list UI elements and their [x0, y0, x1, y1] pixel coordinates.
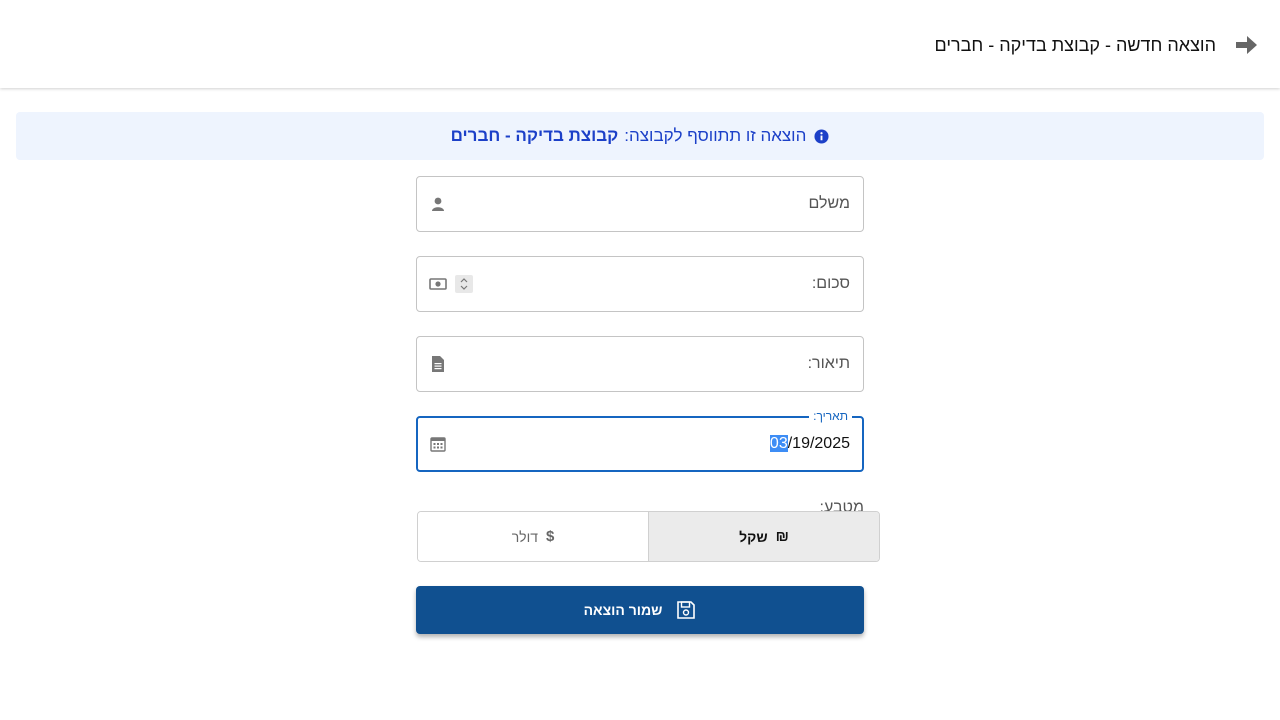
payer-label: משלם — [808, 195, 850, 212]
dollar-icon: $ — [545, 528, 555, 545]
amount-field[interactable]: סכום: — [416, 256, 864, 312]
banner-text: הוצאה זו תתווסף לקבוצה: — [624, 126, 807, 145]
save-expense-button[interactable]: שמור הוצאה — [416, 586, 864, 634]
shekel-icon: ₪ — [775, 528, 789, 545]
info-banner: הוצאה זו תתווסף לקבוצה: קבוצת בדיקה - חב… — [16, 112, 1264, 160]
description-field[interactable]: תיאור: — [416, 336, 864, 392]
file-text-icon — [432, 356, 444, 372]
payer-field[interactable]: משלם — [416, 176, 864, 232]
save-label: שמור הוצאה — [583, 602, 663, 618]
banner-group-name: קבוצת בדיקה - חברים — [450, 126, 619, 145]
save-icon — [677, 601, 696, 619]
date-value[interactable]: 03/19/2025 — [769, 435, 850, 453]
currency-usd-button[interactable]: $ דולר — [418, 512, 649, 561]
description-label: תיאור: — [807, 355, 850, 372]
currency-usd-label: דולר — [511, 528, 538, 545]
top-app-bar: הוצאה חדשה - קבוצת בדיקה - חברים — [0, 0, 1280, 88]
currency-ils-label: שקל — [739, 528, 768, 545]
currency-toggle: $ דולר ₪ שקל — [417, 511, 880, 562]
calendar-icon[interactable] — [430, 436, 446, 452]
chevron-updown-icon — [460, 278, 468, 290]
date-month-segment[interactable]: 03 — [769, 435, 788, 452]
page-title: הוצאה חדשה - קבוצת בדיקה - חברים — [934, 35, 1216, 55]
date-rest: /19/2025 — [787, 435, 850, 452]
arrow-right-icon[interactable] — [1234, 34, 1258, 56]
currency-ils-button[interactable]: ₪ שקל — [649, 512, 879, 561]
money-bill-icon — [429, 278, 447, 290]
amount-label: סכום: — [811, 275, 850, 292]
info-circle-icon — [814, 128, 829, 144]
date-field[interactable]: תאריך: 03/19/2025 — [416, 409, 864, 472]
date-label: תאריך: — [809, 409, 852, 423]
user-icon — [432, 197, 444, 211]
number-spinner[interactable] — [455, 275, 473, 293]
